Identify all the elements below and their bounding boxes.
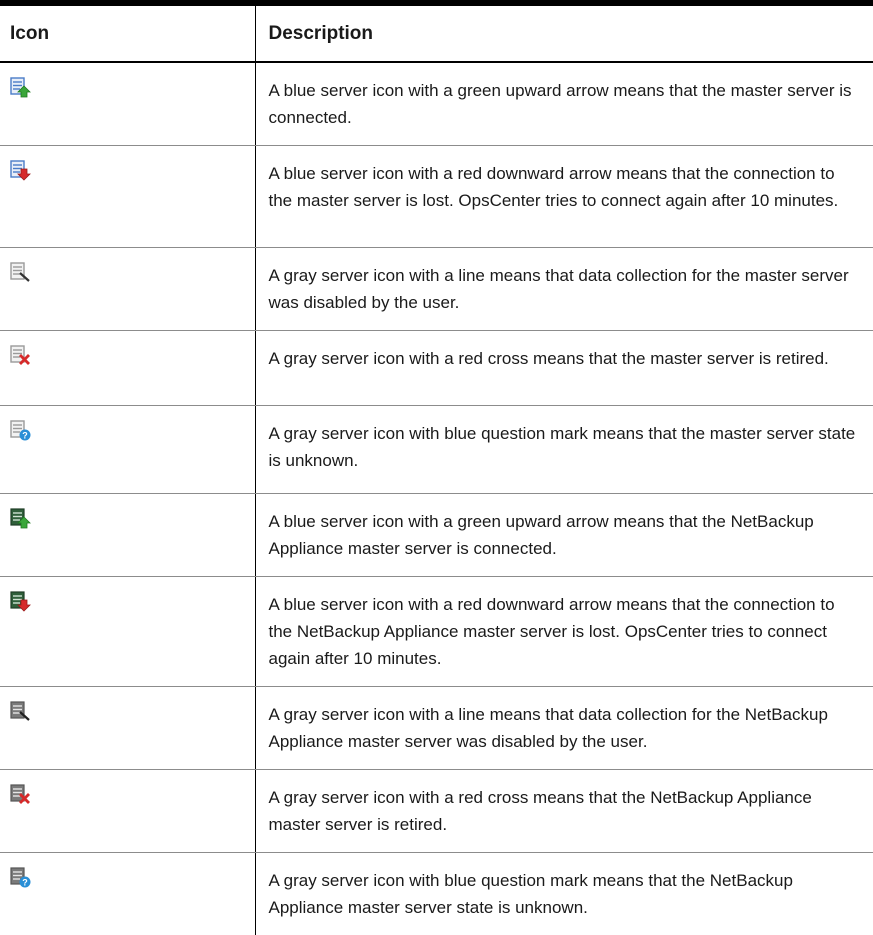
appliance-server-connection-lost-icon (9, 590, 31, 612)
table-row: ? A gray server icon with blue question … (0, 406, 873, 494)
table-row: A blue server icon with a green upward a… (0, 494, 873, 577)
row-description: A gray server icon with blue question ma… (255, 853, 873, 935)
appliance-server-connected-icon (9, 507, 31, 529)
description-column-header: Description (255, 6, 873, 62)
appliance-server-disabled-icon (9, 700, 31, 722)
svg-text:?: ? (22, 878, 28, 888)
master-server-connection-lost-icon (9, 159, 31, 181)
row-description: A gray server icon with blue question ma… (255, 406, 873, 494)
row-description: A blue server icon with a red downward a… (255, 577, 873, 687)
table-row: A gray server icon with a line means tha… (0, 687, 873, 770)
row-description: A blue server icon with a green upward a… (255, 494, 873, 577)
row-description: A gray server icon with a red cross mean… (255, 331, 873, 406)
table-header-row: Icon Description (0, 6, 873, 62)
row-description: A blue server icon with a red downward a… (255, 146, 873, 248)
table-row: ? A gray server icon with blue question … (0, 853, 873, 935)
table-row: A gray server icon with a red cross mean… (0, 331, 873, 406)
table-row: A blue server icon with a red downward a… (0, 577, 873, 687)
table-row: A blue server icon with a green upward a… (0, 62, 873, 146)
icon-legend-table: Icon Description A blue server icon with… (0, 6, 873, 935)
icon-column-header: Icon (0, 6, 255, 62)
appliance-server-unknown-icon: ? (9, 866, 31, 888)
table-row: A blue server icon with a red downward a… (0, 146, 873, 248)
row-description: A gray server icon with a line means tha… (255, 687, 873, 770)
row-description: A gray server icon with a red cross mean… (255, 770, 873, 853)
table-row: A gray server icon with a line means tha… (0, 248, 873, 331)
master-server-retired-icon (9, 344, 31, 366)
master-server-unknown-icon: ? (9, 419, 31, 441)
master-server-disabled-icon (9, 261, 31, 283)
icon-legend-table-container: Icon Description A blue server icon with… (0, 0, 873, 935)
row-description: A gray server icon with a line means tha… (255, 248, 873, 331)
row-description: A blue server icon with a green upward a… (255, 62, 873, 146)
appliance-server-retired-icon (9, 783, 31, 805)
table-row: A gray server icon with a red cross mean… (0, 770, 873, 853)
master-server-connected-icon (9, 76, 31, 98)
svg-text:?: ? (22, 431, 28, 441)
